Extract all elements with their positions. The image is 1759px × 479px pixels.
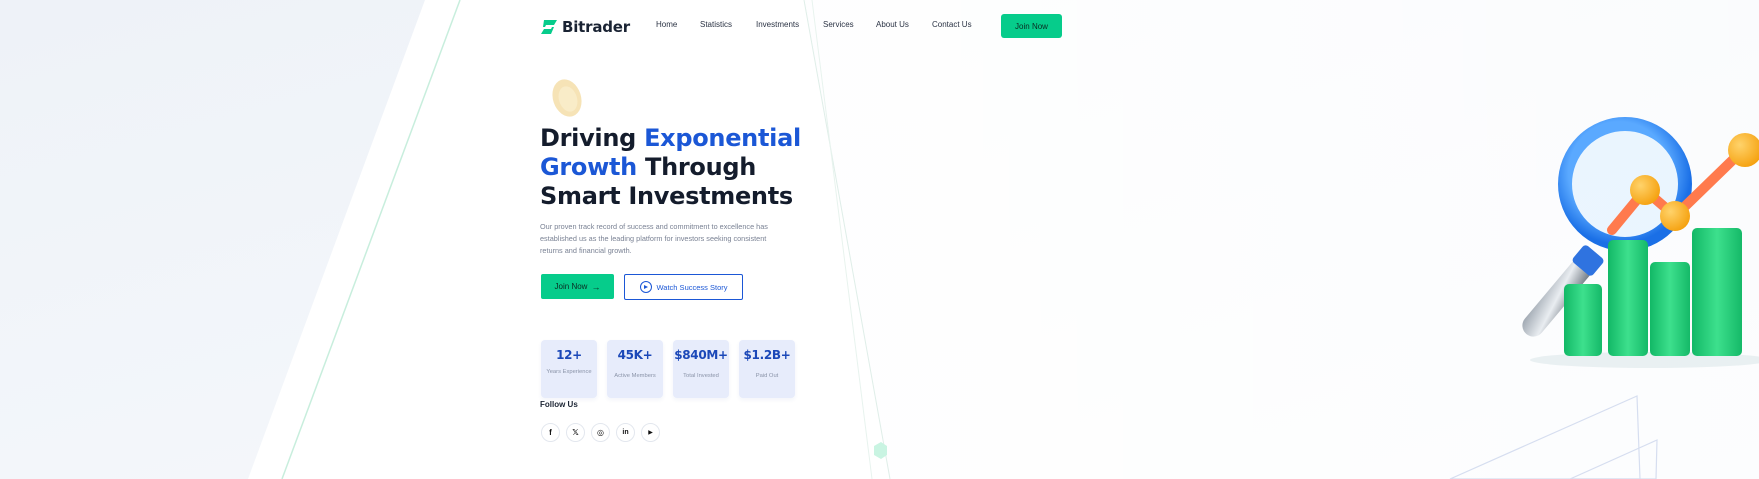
stat-label: Paid Out bbox=[755, 373, 779, 379]
growth-chart-illustration bbox=[1522, 117, 1759, 368]
watch-success-story-button[interactable]: Watch Success Story bbox=[624, 274, 743, 300]
stat-value: 12+ bbox=[556, 348, 582, 362]
facebook-icon[interactable]: f bbox=[541, 423, 560, 442]
nav-contact-us[interactable]: Contact Us bbox=[932, 20, 972, 29]
nav-home[interactable]: Home bbox=[656, 20, 677, 29]
site-header: Bitrader Home Statistics Investments Ser… bbox=[540, 14, 1062, 40]
landing-page: Bitrader Home Statistics Investments Ser… bbox=[0, 0, 1759, 479]
hero-title-highlight1: Exponential bbox=[644, 124, 801, 152]
join-now-label: Join Now bbox=[554, 282, 588, 291]
stat-label: Active Members bbox=[614, 373, 656, 379]
arrow-right-icon: → bbox=[591, 281, 601, 292]
watch-success-story-label: Watch Success Story bbox=[656, 282, 728, 292]
youtube-icon[interactable]: ▶ bbox=[641, 423, 660, 442]
linkedin-icon[interactable]: in bbox=[616, 423, 635, 442]
stat-label: Years Experience bbox=[546, 369, 592, 375]
hero-description: Our proven track record of success and c… bbox=[540, 222, 768, 255]
stat-value: 45K+ bbox=[617, 348, 653, 362]
stat-card-members: 45K+ Active Members bbox=[607, 340, 663, 398]
twitter-icon[interactable]: 𝕏 bbox=[566, 423, 585, 442]
bitrader-logo-icon bbox=[541, 20, 557, 34]
nav-statistics[interactable]: Statistics bbox=[700, 20, 732, 29]
hero-title-highlight2: Growth bbox=[540, 153, 637, 181]
stat-card-years: 12+ Years Experience bbox=[541, 340, 597, 398]
stat-value: $1.2B+ bbox=[743, 348, 791, 362]
hero-title-line3: Smart Investments bbox=[540, 182, 793, 210]
nav-investments[interactable]: Investments bbox=[756, 20, 799, 29]
coin-icon bbox=[552, 79, 582, 117]
stat-value: $840M+ bbox=[674, 348, 728, 362]
nav-about-us[interactable]: About Us bbox=[876, 20, 909, 29]
hero-title-part2: Through bbox=[636, 153, 757, 181]
stat-card-invested: $840M+ Total Invested bbox=[673, 340, 729, 398]
nav-join-now-button[interactable]: Join Now bbox=[1001, 14, 1062, 38]
background-decoration bbox=[0, 0, 1759, 479]
follow-us-heading: Follow Us bbox=[540, 400, 578, 409]
hero-title: Driving Exponential Growth Through Smart… bbox=[540, 124, 840, 211]
brand-name: Bitrader bbox=[562, 18, 630, 36]
stat-label: Total Invested bbox=[683, 373, 719, 379]
stat-card-paid-out: $1.2B+ Paid Out bbox=[739, 340, 795, 398]
logo[interactable]: Bitrader bbox=[540, 17, 630, 37]
hero-title-part1: Driving bbox=[540, 124, 645, 152]
play-icon bbox=[639, 281, 652, 293]
join-now-button[interactable]: Join Now → bbox=[541, 274, 614, 299]
instagram-icon[interactable]: ◎ bbox=[591, 423, 610, 442]
nav-services[interactable]: Services bbox=[823, 20, 854, 29]
